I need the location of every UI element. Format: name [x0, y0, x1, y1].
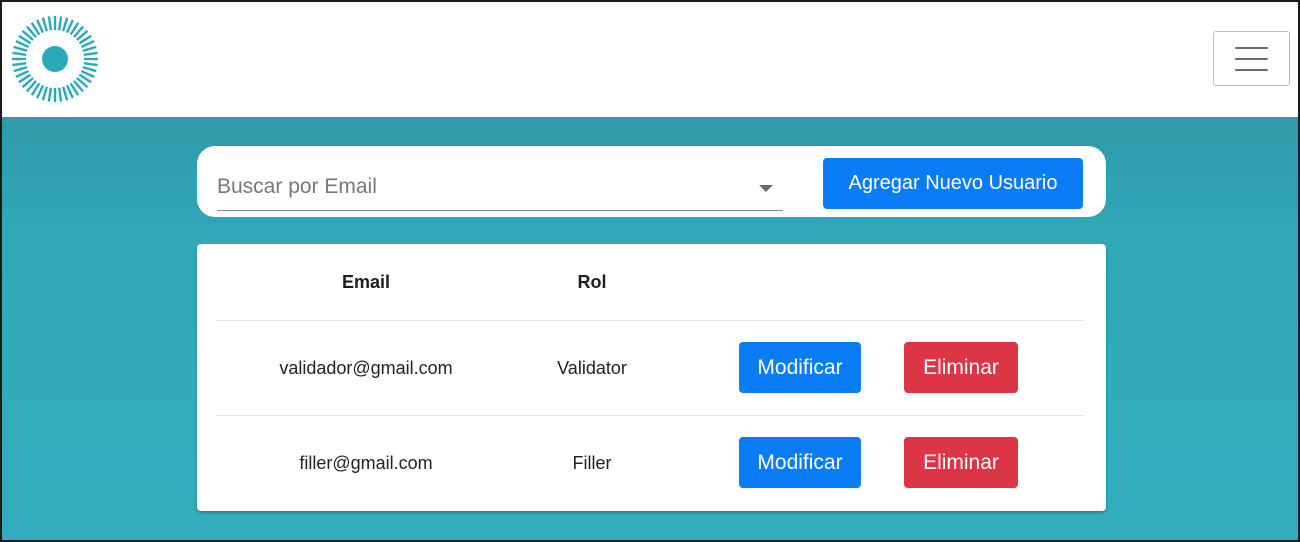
- logo-ray: [82, 66, 97, 73]
- logo-ray: [13, 66, 28, 73]
- hamburger-menu-icon-line: [1235, 57, 1268, 60]
- row-divider: [217, 320, 1084, 321]
- email-search-field[interactable]: [217, 162, 783, 211]
- hamburger-menu-button[interactable]: [1213, 31, 1290, 86]
- delete-button[interactable]: Eliminar: [904, 437, 1018, 488]
- add-new-user-button[interactable]: Agregar Nuevo Usuario: [823, 158, 1083, 209]
- hamburger-menu-icon-line: [1235, 46, 1268, 49]
- column-header-role: Rol: [577, 272, 607, 292]
- cell-role: Validator: [557, 358, 627, 378]
- app-window: Agregar Nuevo Usuario Email Rol validado…: [0, 0, 1300, 542]
- logo-ray: [41, 86, 48, 101]
- logo-ray: [82, 45, 97, 52]
- logo-ray: [12, 61, 27, 67]
- delete-button[interactable]: Eliminar: [904, 342, 1018, 393]
- cell-role: Filler: [572, 453, 612, 473]
- logo-ray: [13, 45, 28, 52]
- logo-ray: [62, 17, 69, 32]
- navbar: [2, 2, 1298, 117]
- logo-ray: [57, 87, 63, 102]
- main-content: Agregar Nuevo Usuario Email Rol validado…: [2, 117, 1298, 540]
- users-table: Email Rol validador@gmail.com Validator …: [197, 244, 1106, 511]
- logo-ray: [47, 16, 53, 31]
- search-card: Agregar Nuevo Usuario: [197, 146, 1106, 217]
- cell-email: validador@gmail.com: [279, 358, 453, 378]
- logo-ray: [41, 17, 48, 32]
- logo-ray: [83, 51, 98, 57]
- column-header-email: Email: [341, 272, 391, 292]
- modify-button[interactable]: Modificar: [739, 437, 861, 488]
- logo-ray: [12, 51, 27, 57]
- cell-email: filler@gmail.com: [299, 453, 433, 473]
- sunburst-logo-icon[interactable]: [10, 14, 100, 104]
- caret-down-icon[interactable]: [759, 185, 773, 192]
- logo-ray: [83, 61, 98, 67]
- hamburger-menu-icon-line: [1235, 68, 1268, 71]
- modify-button[interactable]: Modificar: [739, 342, 861, 393]
- logo-ray: [47, 87, 53, 102]
- logo-ray: [57, 16, 63, 31]
- search-input[interactable]: [217, 172, 737, 202]
- logo-ray: [62, 86, 69, 101]
- row-divider: [217, 415, 1084, 416]
